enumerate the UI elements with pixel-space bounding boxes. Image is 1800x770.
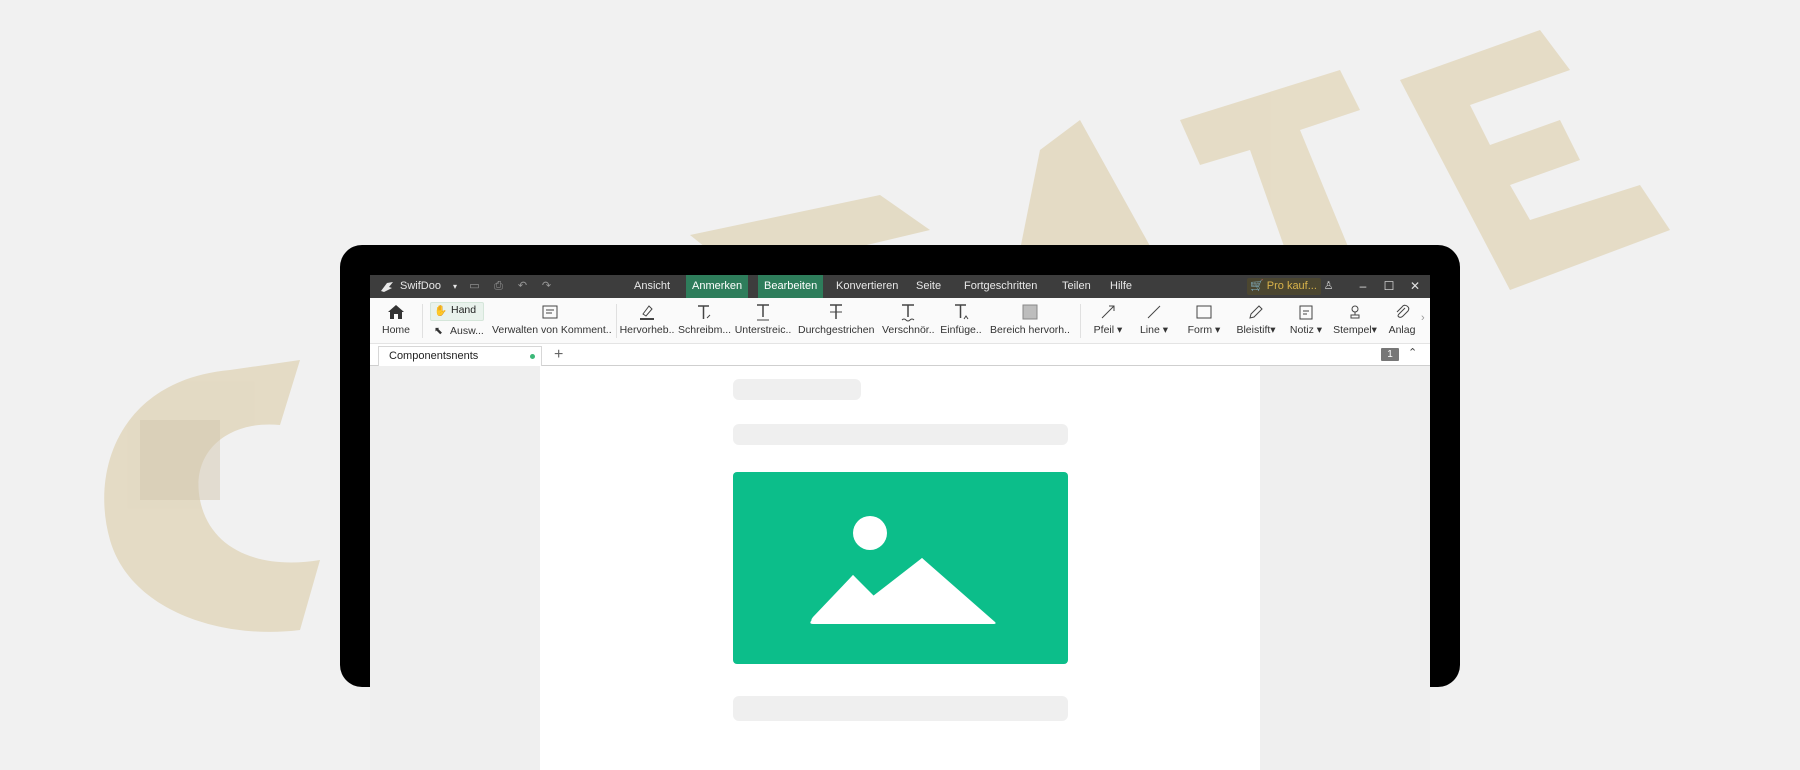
menu-seite[interactable]: Seite: [910, 275, 947, 298]
chevron-down-icon: ▾: [452, 282, 457, 291]
strikethrough-icon: [830, 304, 842, 319]
arrow-icon: [1101, 305, 1115, 319]
text-placeholder: [733, 696, 1068, 721]
underline-icon: [757, 304, 769, 321]
select-tool-button[interactable]: ⬉ Ausw...: [430, 324, 484, 340]
insert-text-button[interactable]: Einfüge..: [938, 302, 984, 342]
landscape-image-icon: [810, 516, 996, 624]
hand-icon: ✋: [434, 305, 448, 317]
tool-label: Notiz: [1289, 324, 1314, 336]
menu-ansicht[interactable]: Ansicht: [628, 275, 676, 298]
title-bar: SwifDoo ▾ ▭ ⎙ ↶ ↷ Ansicht Anmerken Bearb…: [370, 275, 1430, 298]
tool-label: Form: [1187, 324, 1213, 336]
highlighter-icon: [640, 305, 654, 320]
select-label: Ausw...: [450, 325, 484, 337]
swifdoo-logo-icon: [381, 281, 393, 292]
pencil-icon: [1249, 305, 1263, 319]
menu-konvertieren[interactable]: Konvertieren: [830, 275, 904, 298]
stamp-icon: [1350, 305, 1360, 319]
home-icon: [388, 305, 404, 319]
user-icon[interactable]: ♙: [1322, 280, 1335, 293]
tool-label: Bereich hervorh..: [990, 324, 1070, 336]
tool-label: Stempel: [1333, 324, 1372, 336]
highlight-button[interactable]: Hervorheb..: [618, 302, 676, 342]
tool-label: Verschnör..: [882, 324, 935, 336]
toolbar-divider: [616, 304, 617, 338]
pro-label: Pro kauf...: [1266, 280, 1317, 292]
cart-icon: 🛒: [1250, 280, 1264, 292]
hand-label: Hand: [451, 304, 477, 316]
squiggly-button[interactable]: Verschnör..: [882, 302, 935, 342]
tool-label: Schreibm...: [678, 324, 732, 336]
menu-bearbeiten[interactable]: Bearbeiten: [758, 275, 824, 298]
tool-label: Bleistift: [1236, 324, 1271, 336]
insert-text-icon: [955, 304, 969, 320]
cursor-icon: ⬉: [434, 325, 443, 337]
stamp-tool-button[interactable]: Stempel▾: [1332, 302, 1378, 342]
document-page: [540, 366, 1260, 770]
title-placeholder: [733, 379, 861, 400]
shape-icon: [1196, 305, 1212, 319]
maximize-icon[interactable]: ☐: [1376, 275, 1402, 298]
shape-tool-button[interactable]: Form ▾: [1182, 302, 1226, 342]
app-window: SwifDoo ▾ ▭ ⎙ ↶ ↷ Ansicht Anmerken Bearb…: [370, 275, 1430, 770]
app-name: SwifDoo: [400, 280, 441, 292]
tool-label: Hervorheb..: [619, 324, 675, 336]
manage-comments-button[interactable]: Verwalten von Komment..: [492, 302, 612, 342]
close-icon[interactable]: ✕: [1402, 275, 1428, 298]
note-tool-button[interactable]: Notiz ▾: [1284, 302, 1328, 342]
save-icon[interactable]: ▭: [468, 280, 481, 293]
chevron-up-icon[interactable]: ⌃: [1408, 346, 1417, 359]
unsaved-dot-icon: [530, 354, 535, 359]
redo-icon[interactable]: ↷: [540, 280, 553, 293]
typewriter-button[interactable]: Schreibm...: [678, 302, 732, 342]
menu-hilfe[interactable]: Hilfe: [1104, 275, 1138, 298]
tool-label: Einfüge..: [940, 324, 982, 336]
image-placeholder: [733, 472, 1068, 664]
attachment-icon: [1396, 304, 1410, 318]
home-label: Home: [381, 324, 410, 336]
underline-button[interactable]: Unterstreic..: [734, 302, 792, 342]
minimize-icon[interactable]: –: [1350, 275, 1376, 298]
tool-label: Anlag: [1388, 324, 1416, 336]
attachment-tool-button[interactable]: Anlag: [1384, 302, 1420, 342]
menu-anmerken[interactable]: Anmerken: [686, 275, 749, 298]
area-highlight-button[interactable]: Bereich hervorh..: [990, 302, 1070, 342]
tool-label: Line: [1139, 324, 1160, 336]
pencil-tool-button[interactable]: Bleistift▾: [1232, 302, 1280, 342]
pro-kaufen-button[interactable]: 🛒 Pro kauf...: [1247, 278, 1321, 295]
tool-label: Unterstreic..: [734, 324, 792, 336]
hand-tool-button[interactable]: ✋ Hand: [430, 302, 484, 321]
add-tab-icon[interactable]: +: [554, 344, 563, 365]
toolbar-divider: [1080, 304, 1081, 338]
strikethrough-button[interactable]: Durchgestrichen: [798, 302, 874, 342]
line-tool-button[interactable]: Line ▾: [1134, 302, 1174, 342]
app-menu-button[interactable]: SwifDoo ▾: [380, 275, 457, 298]
chevron-right-icon[interactable]: ›: [1421, 312, 1425, 324]
squiggly-icon: [901, 304, 915, 322]
comments-list-icon: [542, 305, 558, 319]
typewriter-icon: [698, 305, 711, 319]
line-icon: [1147, 305, 1161, 319]
note-icon: [1299, 305, 1313, 320]
document-tab-title: Componentsnents: [389, 350, 479, 362]
tool-label: Durchgestrichen: [798, 324, 875, 336]
menu-fortgeschritten[interactable]: Fortgeschritten: [958, 275, 1043, 298]
document-tab-bar: Componentsnents + 1 ⌃: [370, 344, 1430, 366]
home-button[interactable]: Home: [376, 302, 416, 342]
menu-teilen[interactable]: Teilen: [1056, 275, 1097, 298]
ribbon-toolbar: Home ✋ Hand ⬉ Ausw... Verwalten von Komm…: [370, 298, 1430, 344]
document-tab[interactable]: Componentsnents: [378, 346, 542, 366]
text-placeholder: [733, 424, 1068, 445]
page-number-badge: 1: [1381, 348, 1399, 361]
toolbar-divider: [422, 304, 423, 338]
undo-icon[interactable]: ↶: [516, 280, 529, 293]
arrow-tool-button[interactable]: Pfeil ▾: [1088, 302, 1128, 342]
manage-comments-label: Verwalten von Komment..: [492, 324, 612, 336]
print-icon[interactable]: ⎙: [492, 280, 505, 293]
area-highlight-icon: [1022, 304, 1038, 320]
document-workspace: [370, 366, 1430, 770]
tool-label: Pfeil: [1093, 324, 1115, 336]
